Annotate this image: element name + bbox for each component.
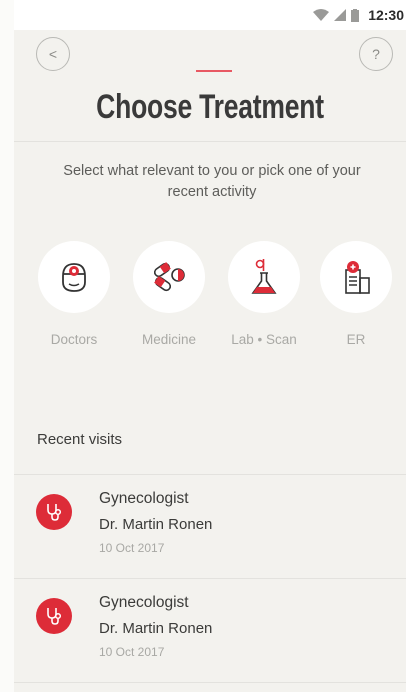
wifi-icon: [313, 9, 330, 21]
doctor-icon: [62, 263, 86, 292]
visit-date: 10 Oct 2017: [99, 645, 165, 659]
recent-visit-item[interactable]: Gynecologist Dr. Martin Ronen 10 Oct 201…: [14, 578, 406, 682]
visit-doctor: Dr. Martin Ronen: [99, 620, 213, 637]
category-label: Doctors: [50, 332, 98, 347]
title-accent-line: [196, 70, 232, 72]
recent-visit-item[interactable]: Gynecologist Dr. Martin Ronen 10 Oct 201…: [14, 474, 406, 578]
page-title: Choose Treatment: [96, 88, 324, 126]
hospital-icon: [345, 261, 370, 294]
question-icon: ?: [372, 46, 380, 62]
category-er[interactable]: ER: [318, 241, 394, 347]
battery-icon: [351, 8, 360, 22]
chevron-left-icon: <: [48, 46, 58, 62]
back-button[interactable]: <: [36, 37, 70, 71]
category-lab-scan[interactable]: Lab • Scan: [226, 241, 302, 347]
pills-icon: [153, 262, 185, 292]
list-divider: [14, 682, 406, 683]
category-doctors[interactable]: Doctors: [36, 241, 112, 347]
category-label: Medicine: [141, 332, 197, 347]
visit-date: 10 Oct 2017: [99, 541, 165, 555]
status-bar: 12:30: [14, 0, 406, 30]
flask-icon: [251, 259, 277, 294]
app-screen: 12:30 < ? Choose Treatment Select what r…: [14, 0, 406, 692]
category-label: Lab • Scan: [231, 332, 297, 347]
visit-doctor: Dr. Martin Ronen: [99, 516, 213, 533]
signal-icon: [334, 9, 347, 21]
recent-visits-heading: Recent visits: [37, 431, 123, 448]
status-time: 12:30: [368, 7, 404, 23]
visit-specialty: Gynecologist: [99, 594, 189, 611]
category-label: ER: [346, 332, 366, 347]
visit-specialty: Gynecologist: [99, 490, 189, 507]
page-subtitle: Select what relevant to you or pick one …: [63, 163, 361, 200]
help-button[interactable]: ?: [359, 37, 393, 71]
stethoscope-icon: [47, 608, 62, 625]
category-medicine[interactable]: Medicine: [131, 241, 207, 347]
header-divider: [14, 141, 406, 142]
stethoscope-icon: [47, 504, 62, 521]
